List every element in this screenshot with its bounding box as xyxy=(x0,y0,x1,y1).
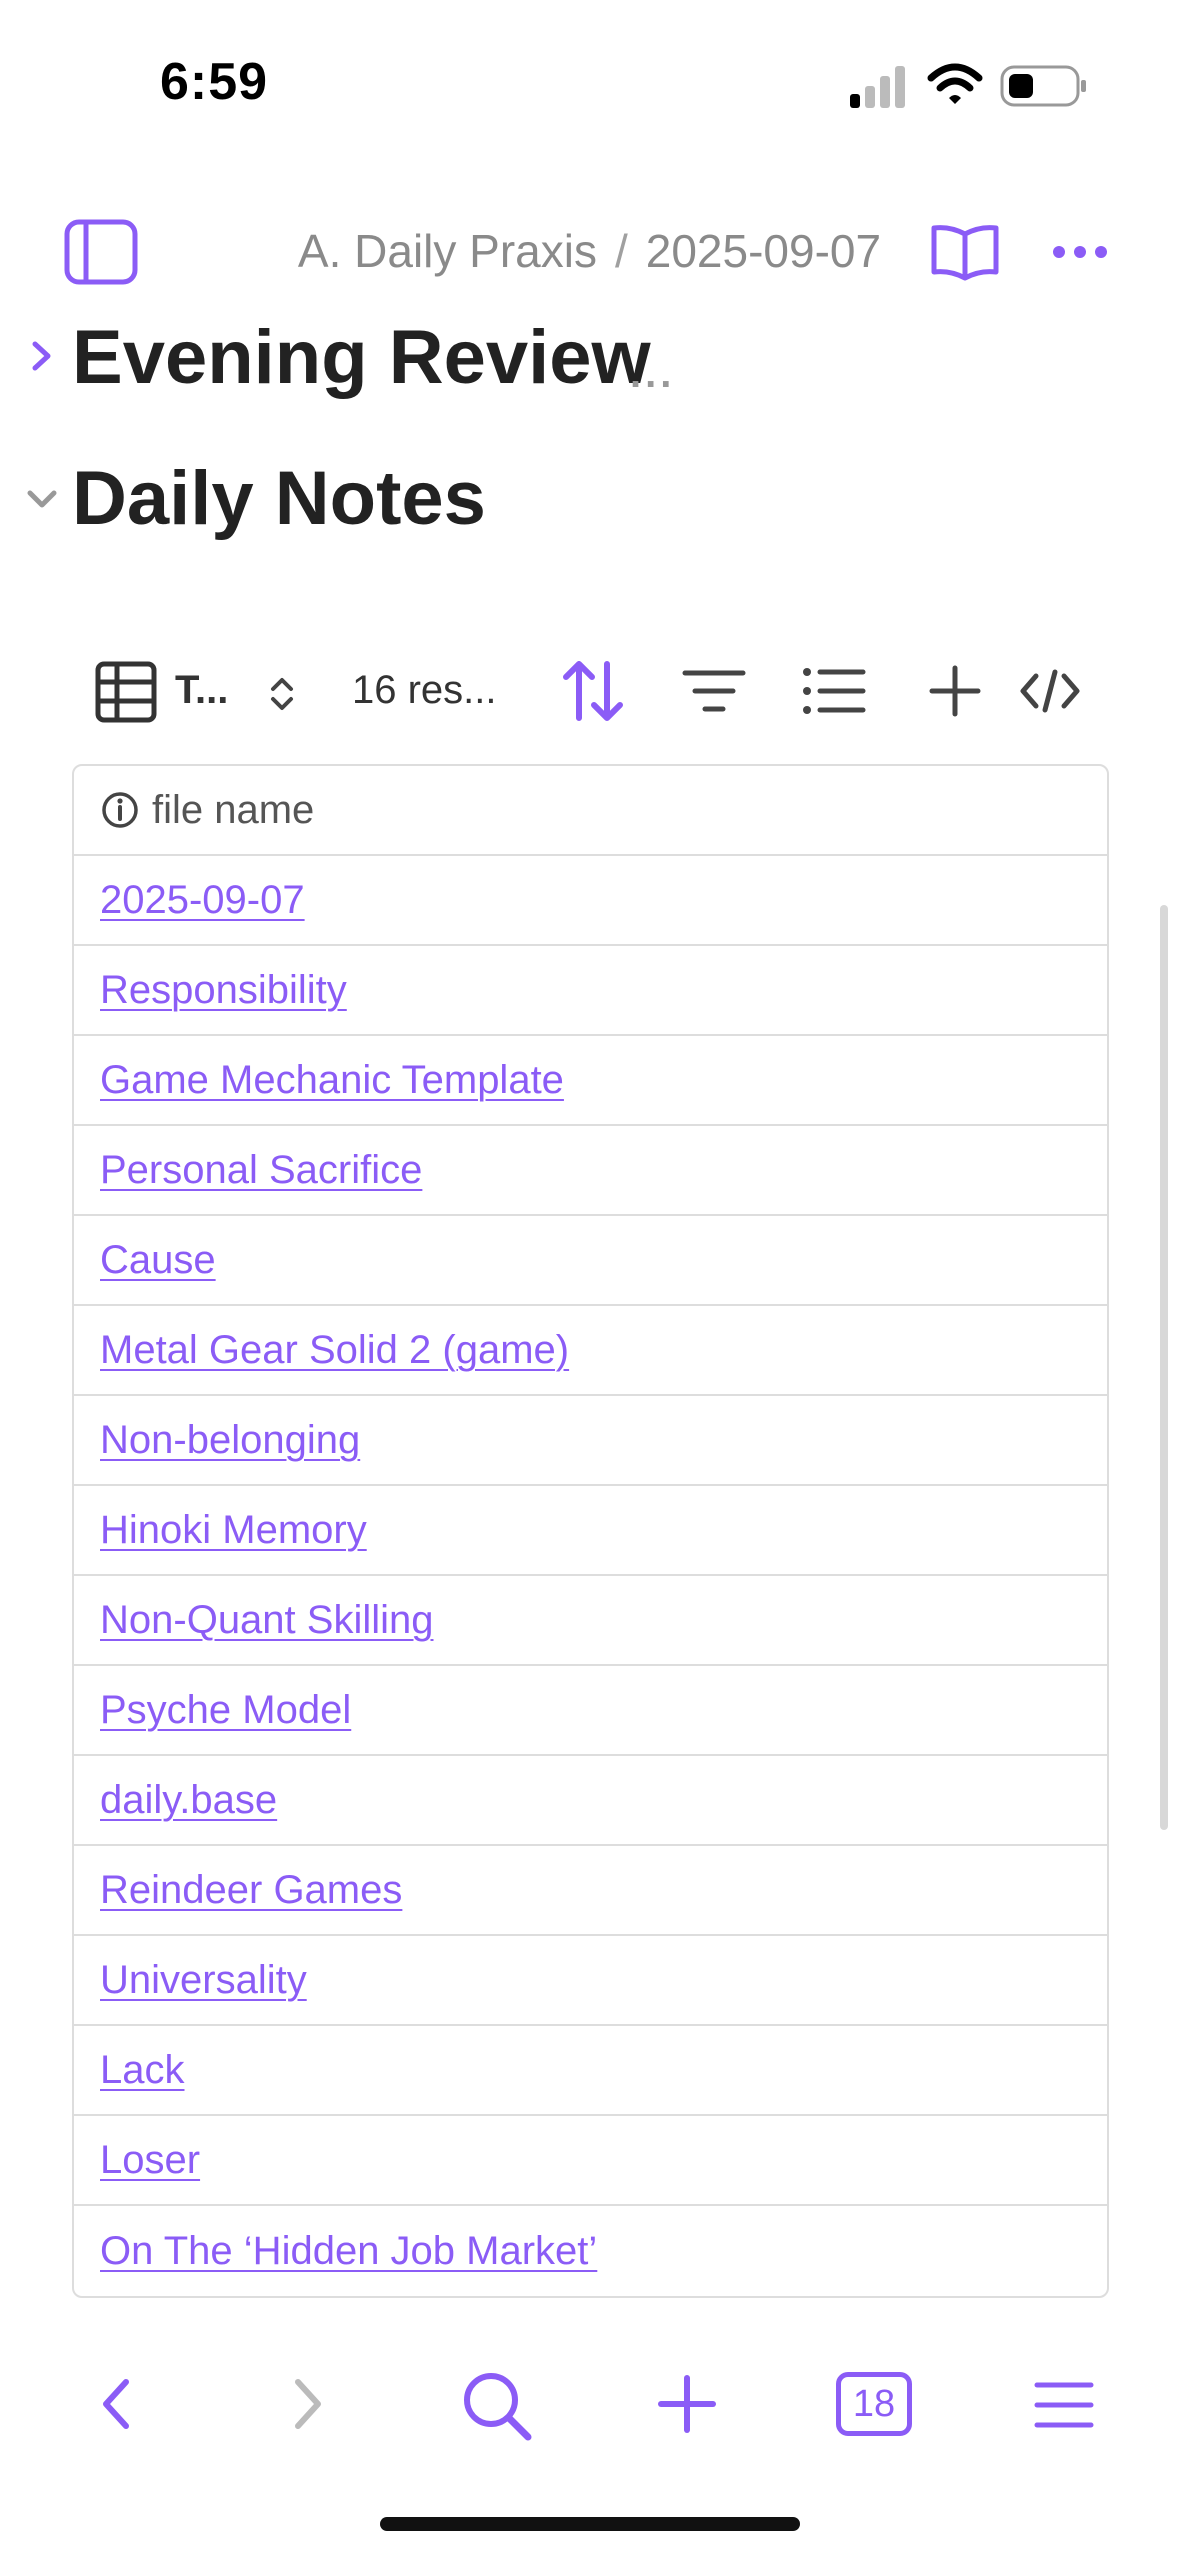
table-row: Game Mechanic Template xyxy=(74,1036,1107,1126)
breadcrumb-separator: / xyxy=(614,225,628,277)
battery-icon xyxy=(1000,64,1088,113)
breadcrumb[interactable]: A. Daily Praxis / 2025-09-07 xyxy=(0,224,1179,278)
table-row: Universality xyxy=(74,1936,1107,2026)
view-selector[interactable]: T... xyxy=(175,668,228,713)
more-options-icon[interactable] xyxy=(1050,242,1110,267)
table-view-icon[interactable] xyxy=(95,661,157,728)
file-link[interactable]: Loser xyxy=(100,2138,200,2183)
tabs-count: 18 xyxy=(852,2382,896,2425)
file-link[interactable]: 2025-09-07 xyxy=(100,878,305,923)
results-count[interactable]: 16 res... xyxy=(352,668,497,713)
breadcrumb-current[interactable]: 2025-09-07 xyxy=(646,225,881,277)
code-view-icon[interactable] xyxy=(1020,668,1080,719)
file-link[interactable]: Psyche Model xyxy=(100,1688,351,1733)
file-link[interactable]: Non-Quant Skilling xyxy=(100,1598,434,1643)
forward-chevron-icon[interactable] xyxy=(286,2376,326,2437)
home-indicator[interactable] xyxy=(380,2517,800,2531)
table-row: 2025-09-07 xyxy=(74,856,1107,946)
new-note-icon[interactable] xyxy=(657,2374,717,2439)
file-link[interactable]: Hinoki Memory xyxy=(100,1508,367,1553)
table-row: Non-Quant Skilling xyxy=(74,1576,1107,1666)
menu-icon[interactable] xyxy=(1034,2380,1094,2435)
table-row: On The ‘Hidden Job Market’ xyxy=(74,2206,1107,2296)
collapsed-content-indicator[interactable]: ... xyxy=(630,352,675,397)
wifi-icon xyxy=(927,62,983,111)
table-row: Cause xyxy=(74,1216,1107,1306)
search-icon[interactable] xyxy=(460,2369,534,2448)
file-link[interactable]: Responsibility xyxy=(100,968,347,1013)
table-row: Non-belonging xyxy=(74,1396,1107,1486)
tabs-button[interactable]: 18 xyxy=(836,2372,912,2436)
status-time: 6:59 xyxy=(160,53,269,111)
breadcrumb-parent[interactable]: A. Daily Praxis xyxy=(298,225,597,277)
table-row: Responsibility xyxy=(74,946,1107,1036)
file-link[interactable]: Personal Sacrifice xyxy=(100,1148,422,1193)
info-icon xyxy=(102,792,138,828)
sort-icon[interactable] xyxy=(560,658,626,729)
heading-evening-review[interactable]: Evening Review xyxy=(72,314,651,401)
reading-mode-icon[interactable] xyxy=(930,222,1000,289)
table-row: daily.base xyxy=(74,1756,1107,1846)
back-chevron-icon[interactable] xyxy=(98,2376,138,2437)
file-link[interactable]: Cause xyxy=(100,1238,216,1283)
file-link[interactable]: Reindeer Games xyxy=(100,1868,402,1913)
table-row: Loser xyxy=(74,2116,1107,2206)
collapse-chevron-down-icon[interactable] xyxy=(24,487,60,516)
add-icon[interactable] xyxy=(928,664,982,723)
file-link[interactable]: Game Mechanic Template xyxy=(100,1058,564,1103)
heading-daily-notes[interactable]: Daily Notes xyxy=(72,455,486,542)
collapse-chevron-right-icon[interactable] xyxy=(28,338,56,379)
base-table: file name 2025-09-07 Responsibility Game… xyxy=(72,764,1109,2298)
column-header-label: file name xyxy=(152,787,315,832)
file-link[interactable]: Lack xyxy=(100,2048,185,2093)
table-row: Metal Gear Solid 2 (game) xyxy=(74,1306,1107,1396)
table-row: Reindeer Games xyxy=(74,1846,1107,1936)
file-link[interactable]: Non-belonging xyxy=(100,1418,360,1463)
column-header-file-name[interactable]: file name xyxy=(74,766,1107,856)
file-link[interactable]: Metal Gear Solid 2 (game) xyxy=(100,1328,569,1373)
table-row: Personal Sacrifice xyxy=(74,1126,1107,1216)
filter-icon[interactable] xyxy=(682,668,746,719)
chevron-up-down-icon[interactable] xyxy=(266,674,298,719)
table-row: Hinoki Memory xyxy=(74,1486,1107,1576)
table-row: Psyche Model xyxy=(74,1666,1107,1756)
file-link[interactable]: Universality xyxy=(100,1958,307,2003)
properties-list-icon[interactable] xyxy=(802,666,866,721)
cellular-signal-icon xyxy=(848,64,908,113)
file-link[interactable]: daily.base xyxy=(100,1778,277,1823)
file-link[interactable]: On The ‘Hidden Job Market’ xyxy=(100,2229,597,2274)
scrollbar[interactable] xyxy=(1160,905,1168,1830)
table-row: Lack xyxy=(74,2026,1107,2116)
